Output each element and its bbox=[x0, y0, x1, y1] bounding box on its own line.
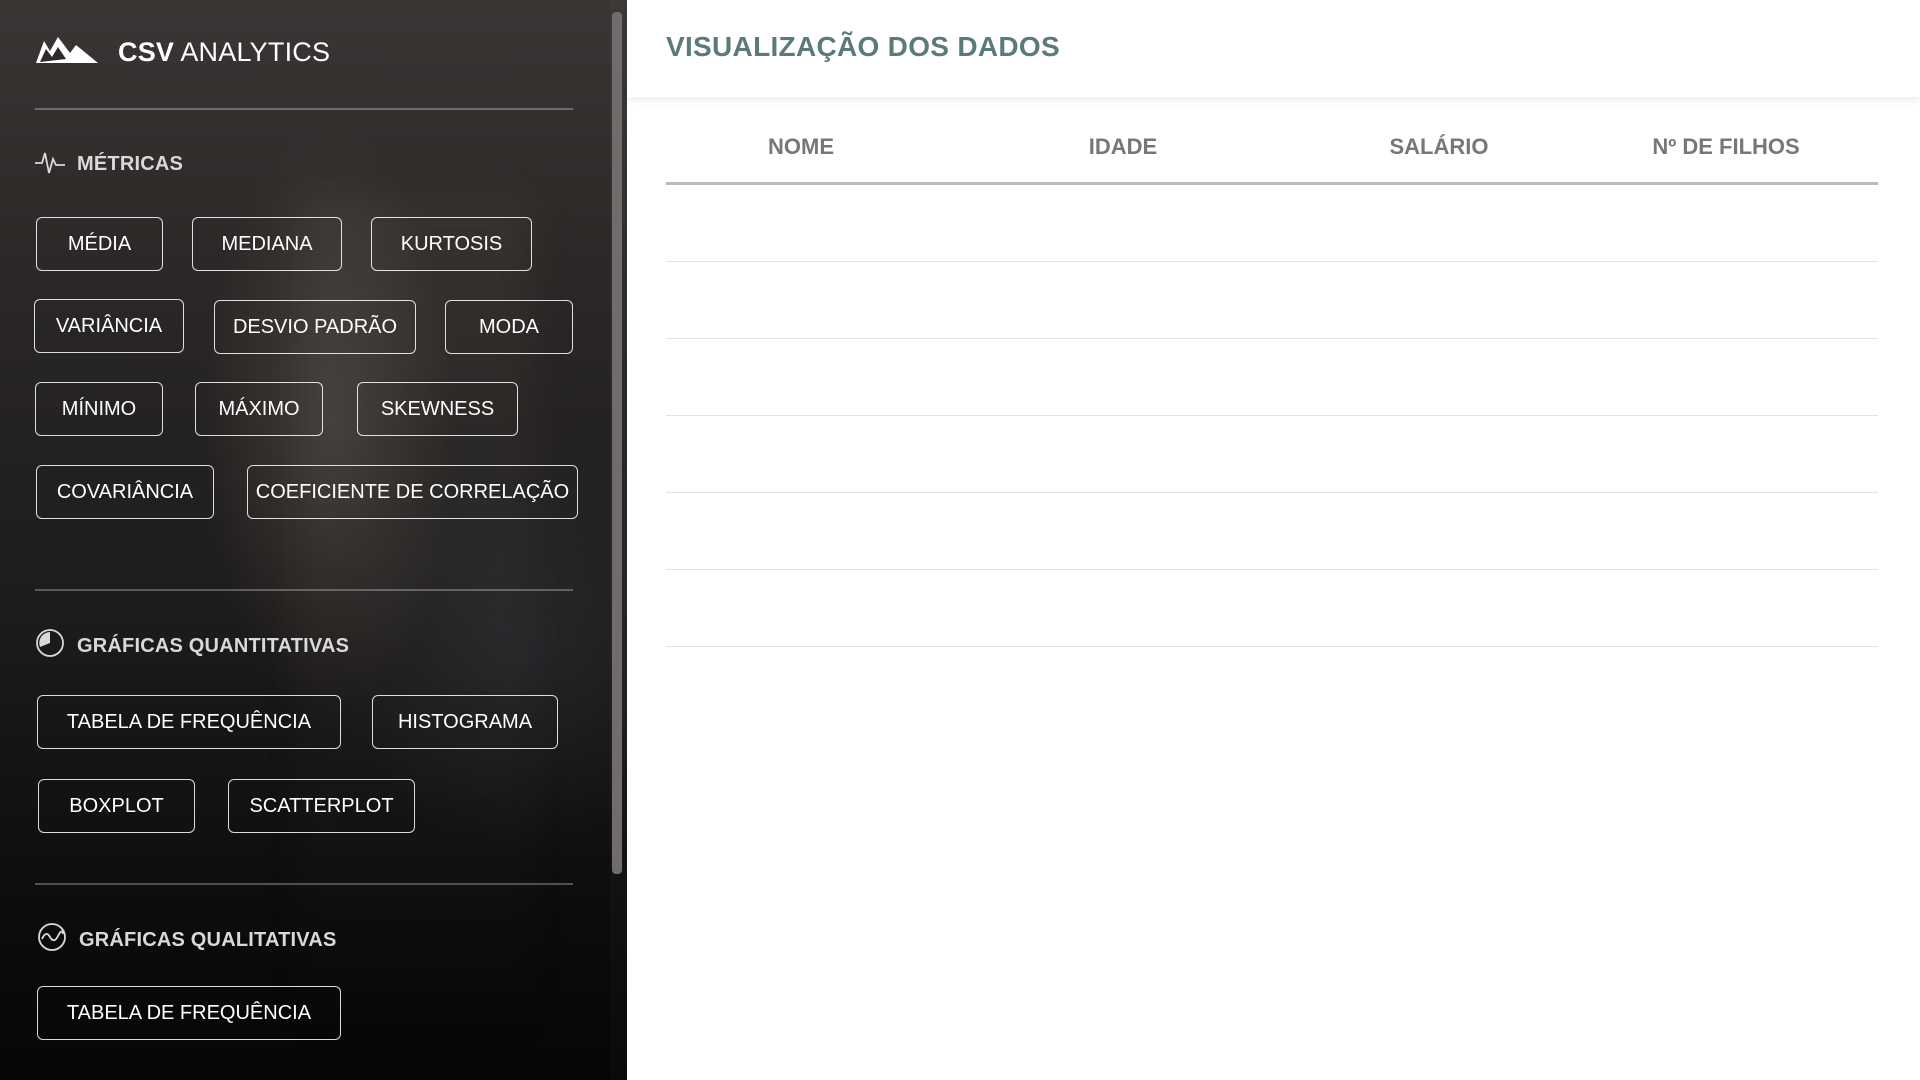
page-header: VISUALIZAÇÃO DOS DADOS bbox=[627, 0, 1920, 97]
column-header-salario[interactable]: SALÁRIO bbox=[1390, 134, 1489, 160]
column-header-idade[interactable]: IDADE bbox=[1089, 134, 1157, 160]
sidebar: CSV ANALYTICS MÉTRICAS MÉDIA MEDIANA KUR… bbox=[0, 0, 627, 1080]
column-header-nome[interactable]: NOME bbox=[768, 134, 834, 160]
pie-chart-icon bbox=[35, 628, 65, 664]
divider bbox=[35, 883, 573, 885]
table-row bbox=[666, 185, 1878, 262]
metric-covariancia-button[interactable]: COVARIÂNCIA bbox=[36, 465, 214, 519]
metric-desvio-padrao-button[interactable]: DESVIO PADRÃO bbox=[214, 300, 416, 354]
divider bbox=[35, 589, 573, 591]
table-row bbox=[666, 339, 1878, 416]
mountain-logo-icon bbox=[36, 35, 98, 70]
metric-variancia-button[interactable]: VARIÂNCIA bbox=[34, 299, 184, 353]
sidebar-scrollbar-thumb[interactable] bbox=[612, 12, 622, 874]
grafica-scatterplot-button[interactable]: SCATTERPLOT bbox=[228, 779, 415, 833]
grafica-tabela-frequencia-quant-button[interactable]: TABELA DE FREQUÊNCIA bbox=[37, 695, 341, 749]
metric-skewness-button[interactable]: SKEWNESS bbox=[357, 382, 518, 436]
grafica-boxplot-button[interactable]: BOXPLOT bbox=[38, 779, 195, 833]
section-qualitativas-title: GRÁFICAS QUALITATIVAS bbox=[37, 922, 337, 958]
metric-minimo-button[interactable]: MÍNIMO bbox=[35, 382, 163, 436]
grafica-tabela-frequencia-qual-button[interactable]: TABELA DE FREQUÊNCIA bbox=[37, 986, 341, 1040]
table-row bbox=[666, 493, 1878, 570]
table-row bbox=[666, 570, 1878, 647]
metric-moda-button[interactable]: MODA bbox=[445, 300, 573, 354]
grafica-histograma-button[interactable]: HISTOGRAMA bbox=[372, 695, 558, 749]
main-content: VISUALIZAÇÃO DOS DADOS NOME IDADE SALÁRI… bbox=[627, 0, 1920, 1080]
divider bbox=[35, 108, 573, 110]
pulse-icon bbox=[35, 147, 65, 181]
metric-media-button[interactable]: MÉDIA bbox=[36, 217, 163, 271]
column-header-filhos[interactable]: Nº DE FILHOS bbox=[1652, 134, 1799, 160]
section-metricas-title: MÉTRICAS bbox=[35, 147, 183, 181]
metric-kurtosis-button[interactable]: KURTOSIS bbox=[371, 217, 532, 271]
brand-name: CSV ANALYTICS bbox=[118, 36, 331, 67]
metric-coeficiente-correlacao-button[interactable]: COEFICIENTE DE CORRELAÇÃO bbox=[247, 465, 578, 519]
table-row bbox=[666, 262, 1878, 339]
metric-mediana-button[interactable]: MEDIANA bbox=[192, 217, 342, 271]
page-title: VISUALIZAÇÃO DOS DADOS bbox=[666, 31, 1060, 62]
metric-maximo-button[interactable]: MÁXIMO bbox=[195, 382, 323, 436]
data-table: NOME IDADE SALÁRIO Nº DE FILHOS bbox=[666, 120, 1878, 647]
section-quantitativas-title: GRÁFICAS QUANTITATIVAS bbox=[35, 628, 349, 664]
table-row bbox=[666, 416, 1878, 493]
brand[interactable]: CSV ANALYTICS bbox=[36, 34, 330, 70]
table-header: NOME IDADE SALÁRIO Nº DE FILHOS bbox=[666, 120, 1878, 185]
wave-circle-icon bbox=[37, 922, 67, 958]
